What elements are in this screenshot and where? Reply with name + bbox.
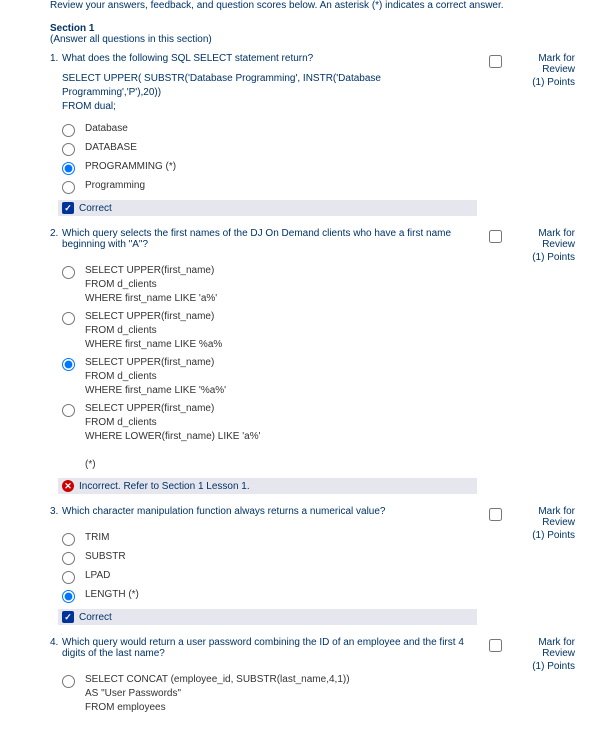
- option-row: DATABASE: [62, 141, 477, 156]
- feedback-correct: ✓ Correct: [58, 609, 477, 625]
- option-radio[interactable]: [62, 571, 75, 584]
- mark-review-checkbox[interactable]: [489, 639, 502, 652]
- option-radio[interactable]: [62, 312, 75, 325]
- x-icon: ✕: [62, 480, 74, 492]
- mark-review-label: Mark for Review: [538, 228, 575, 250]
- option-label: SELECT UPPER(first_name) FROM d_clients …: [85, 356, 226, 398]
- option-radio[interactable]: [62, 552, 75, 565]
- review-panel: Mark for Review (1) Points: [485, 228, 575, 498]
- option-label: PROGRAMMING (*): [85, 160, 176, 174]
- option-radio[interactable]: [62, 533, 75, 546]
- check-icon: ✓: [62, 611, 74, 623]
- mark-review-checkbox[interactable]: [489, 230, 502, 243]
- options-list: TRIM SUBSTR LPAD LENGTH (*): [62, 531, 477, 603]
- question-number: 4.: [50, 637, 62, 659]
- option-row: LPAD: [62, 569, 477, 584]
- option-radio[interactable]: [62, 162, 75, 175]
- option-radio[interactable]: [62, 124, 75, 137]
- question-number: 3.: [50, 506, 62, 517]
- feedback-text: Incorrect. Refer to Section 1 Lesson 1.: [79, 481, 250, 492]
- question-body: What does the following SQL SELECT state…: [62, 53, 477, 64]
- review-panel: Mark for Review (1) Points: [485, 506, 575, 629]
- option-label: SUBSTR: [85, 550, 126, 564]
- option-label: Programming: [85, 179, 145, 193]
- code-line: SELECT UPPER( SUBSTR('Database Programmi…: [62, 72, 477, 100]
- option-row: LENGTH (*): [62, 588, 477, 603]
- section-instruction: (Answer all questions in this section): [50, 34, 575, 45]
- question-main: 2. Which query selects the first names o…: [50, 228, 485, 498]
- option-row: SELECT CONCAT (employee_id, SUBSTR(last_…: [62, 673, 477, 715]
- question-main: 3. Which character manipulation function…: [50, 506, 485, 629]
- feedback-correct: ✓ Correct: [58, 200, 477, 216]
- question-2: 2. Which query selects the first names o…: [50, 228, 575, 498]
- intro-text: Review your answers, feedback, and quest…: [50, 0, 575, 11]
- option-row: SELECT UPPER(first_name) FROM d_clients …: [62, 310, 477, 352]
- question-body: Which query would return a user password…: [62, 637, 477, 659]
- option-row: PROGRAMMING (*): [62, 160, 477, 175]
- points-label: (1) Points: [485, 77, 575, 88]
- feedback-text: Correct: [79, 203, 112, 214]
- option-radio[interactable]: [62, 143, 75, 156]
- mark-review-label: Mark for Review: [538, 53, 575, 75]
- option-row: Programming: [62, 179, 477, 194]
- option-radio[interactable]: [62, 675, 75, 688]
- points-label: (1) Points: [485, 661, 575, 672]
- options-list: SELECT CONCAT (employee_id, SUBSTR(last_…: [62, 673, 477, 715]
- mark-review-checkbox[interactable]: [489, 55, 502, 68]
- option-radio[interactable]: [62, 358, 75, 371]
- question-number: 2.: [50, 228, 62, 250]
- option-label: Database: [85, 122, 128, 136]
- option-row: TRIM: [62, 531, 477, 546]
- option-row: SELECT UPPER(first_name) FROM d_clients …: [62, 356, 477, 398]
- check-icon: ✓: [62, 202, 74, 214]
- option-label: LPAD: [85, 569, 110, 583]
- options-list: SELECT UPPER(first_name) FROM d_clients …: [62, 264, 477, 472]
- section-title: Section 1: [50, 23, 575, 34]
- mark-review-label: Mark for Review: [538, 506, 575, 528]
- option-label: DATABASE: [85, 141, 137, 155]
- question-body: Which query selects the first names of t…: [62, 228, 477, 250]
- question-main: 1. What does the following SQL SELECT st…: [50, 53, 485, 220]
- options-list: Database DATABASE PROGRAMMING (*) Progra…: [62, 122, 477, 194]
- question-3: 3. Which character manipulation function…: [50, 506, 575, 629]
- question-1: 1. What does the following SQL SELECT st…: [50, 53, 575, 220]
- option-label: SELECT UPPER(first_name) FROM d_clients …: [85, 264, 217, 306]
- option-radio[interactable]: [62, 181, 75, 194]
- question-main: 4. Which query would return a user passw…: [50, 637, 485, 721]
- mark-review-checkbox[interactable]: [489, 508, 502, 521]
- option-row: SELECT UPPER(first_name) FROM d_clients …: [62, 402, 477, 472]
- points-label: (1) Points: [485, 252, 575, 263]
- option-radio[interactable]: [62, 590, 75, 603]
- points-label: (1) Points: [485, 530, 575, 541]
- feedback-text: Correct: [79, 612, 112, 623]
- option-label: SELECT UPPER(first_name) FROM d_clients …: [85, 310, 222, 352]
- option-label: SELECT UPPER(first_name) FROM d_clients …: [85, 402, 261, 472]
- option-radio[interactable]: [62, 266, 75, 279]
- question-body: Which character manipulation function al…: [62, 506, 477, 517]
- option-row: SUBSTR: [62, 550, 477, 565]
- question-code: SELECT UPPER( SUBSTR('Database Programmi…: [62, 72, 477, 114]
- option-label: SELECT CONCAT (employee_id, SUBSTR(last_…: [85, 673, 350, 715]
- review-panel: Mark for Review (1) Points: [485, 53, 575, 220]
- option-row: SELECT UPPER(first_name) FROM d_clients …: [62, 264, 477, 306]
- review-panel: Mark for Review (1) Points: [485, 637, 575, 721]
- question-number: 1.: [50, 53, 62, 64]
- option-row: Database: [62, 122, 477, 137]
- feedback-incorrect: ✕ Incorrect. Refer to Section 1 Lesson 1…: [58, 478, 477, 494]
- option-radio[interactable]: [62, 404, 75, 417]
- mark-review-label: Mark for Review: [538, 637, 575, 659]
- question-4: 4. Which query would return a user passw…: [50, 637, 575, 721]
- code-line: FROM dual;: [62, 100, 477, 114]
- option-label: TRIM: [85, 531, 109, 545]
- option-label: LENGTH (*): [85, 588, 139, 602]
